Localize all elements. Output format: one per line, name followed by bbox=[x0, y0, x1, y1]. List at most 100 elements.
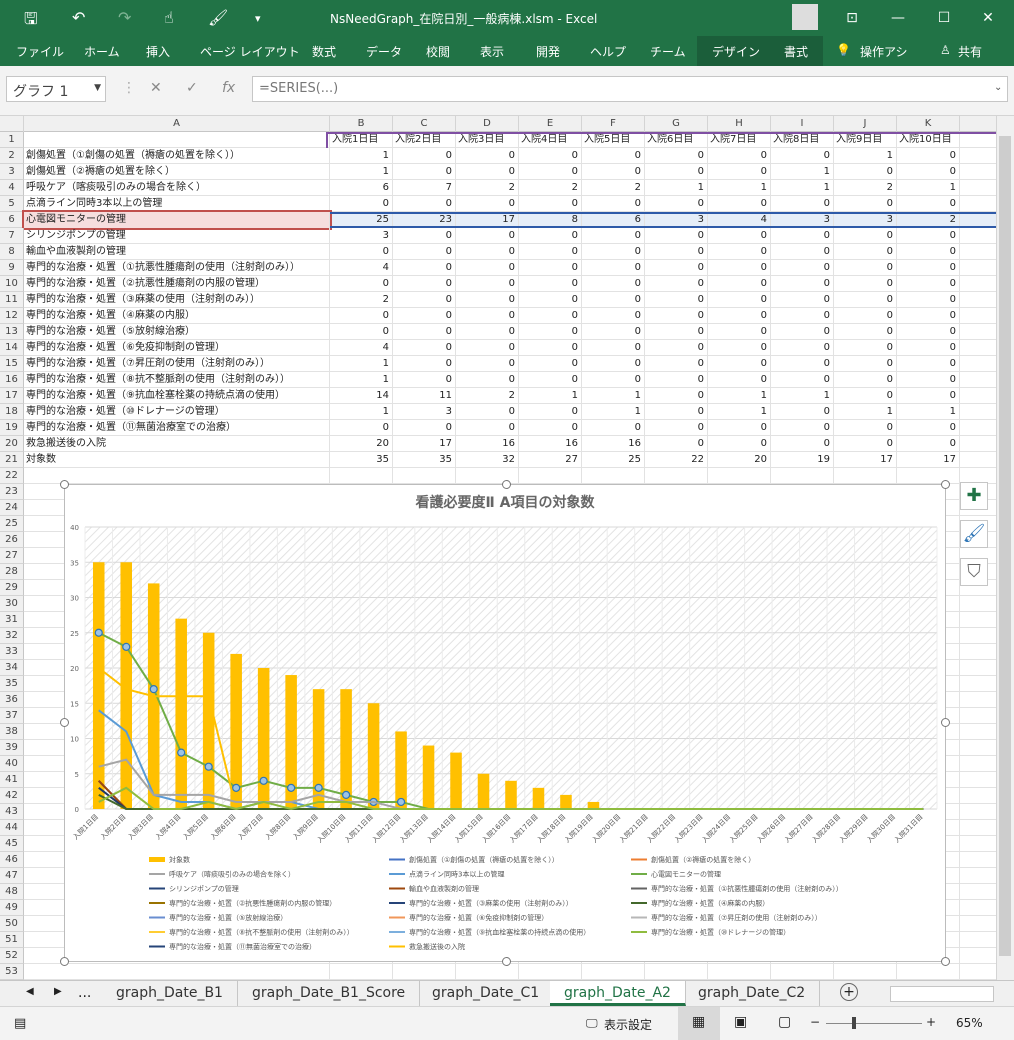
cell[interactable]: 0 bbox=[897, 228, 960, 244]
select-all-corner[interactable] bbox=[0, 116, 24, 132]
cell[interactable]: 0 bbox=[708, 244, 771, 260]
cell[interactable]: 11 bbox=[393, 388, 456, 404]
cell[interactable] bbox=[519, 964, 582, 980]
tab-format[interactable]: 書式 bbox=[784, 43, 808, 60]
cell[interactable]: 17 bbox=[393, 436, 456, 452]
cell[interactable]: 0 bbox=[771, 244, 834, 260]
more-sheets-button[interactable]: ... bbox=[78, 985, 91, 1001]
cell[interactable]: 1 bbox=[834, 404, 897, 420]
cell[interactable] bbox=[708, 964, 771, 980]
cell[interactable]: 16 bbox=[519, 436, 582, 452]
cell[interactable]: 0 bbox=[834, 308, 897, 324]
cell[interactable]: 0 bbox=[582, 196, 645, 212]
row-header[interactable]: 7 bbox=[0, 228, 24, 244]
cell[interactable]: 0 bbox=[645, 436, 708, 452]
row-header[interactable]: 51 bbox=[0, 932, 24, 948]
cell[interactable]: 専門的な治療・処置（②抗悪性腫瘍剤の内服の管理） bbox=[24, 276, 330, 292]
cell[interactable]: 0 bbox=[456, 196, 519, 212]
cell[interactable]: 0 bbox=[897, 324, 960, 340]
cell[interactable]: 1 bbox=[330, 356, 393, 372]
cell[interactable]: 入院5日目 bbox=[582, 132, 645, 148]
cell[interactable]: 0 bbox=[582, 356, 645, 372]
cell[interactable]: 0 bbox=[519, 260, 582, 276]
cell[interactable]: 対象数 bbox=[24, 452, 330, 468]
cell[interactable]: 0 bbox=[393, 276, 456, 292]
cell[interactable]: 4 bbox=[708, 212, 771, 228]
row-header[interactable]: 11 bbox=[0, 292, 24, 308]
cell[interactable]: 0 bbox=[708, 260, 771, 276]
column-header-j[interactable]: J bbox=[834, 116, 897, 132]
normal-view-button[interactable]: ▦ bbox=[678, 1007, 720, 1040]
column-header-f[interactable]: F bbox=[582, 116, 645, 132]
cell[interactable]: 0 bbox=[834, 436, 897, 452]
cell[interactable]: 35 bbox=[393, 452, 456, 468]
cell[interactable]: 0 bbox=[897, 436, 960, 452]
cell[interactable]: 17 bbox=[834, 452, 897, 468]
cell[interactable]: 0 bbox=[708, 372, 771, 388]
row-header[interactable]: 3 bbox=[0, 164, 24, 180]
cell[interactable]: 0 bbox=[582, 276, 645, 292]
cell[interactable]: 0 bbox=[708, 164, 771, 180]
cell[interactable]: 1 bbox=[834, 148, 897, 164]
undo-icon[interactable]: ↶ bbox=[72, 8, 85, 27]
cell[interactable] bbox=[24, 468, 330, 484]
cell[interactable]: 1 bbox=[330, 404, 393, 420]
scroll-thumb[interactable] bbox=[999, 136, 1011, 956]
cell[interactable]: 0 bbox=[708, 340, 771, 356]
column-header-k[interactable]: K bbox=[897, 116, 960, 132]
cell[interactable]: 2 bbox=[330, 292, 393, 308]
cell[interactable]: 1 bbox=[330, 372, 393, 388]
cell[interactable]: 4 bbox=[330, 260, 393, 276]
cell[interactable]: 入院4日目 bbox=[519, 132, 582, 148]
cell[interactable]: 23 bbox=[393, 212, 456, 228]
cell[interactable]: 0 bbox=[708, 324, 771, 340]
row-header[interactable]: 8 bbox=[0, 244, 24, 260]
insert-function-icon[interactable]: fx bbox=[222, 80, 235, 96]
row-header[interactable]: 33 bbox=[0, 644, 24, 660]
cell[interactable]: 0 bbox=[897, 148, 960, 164]
display-settings-button[interactable]: 表示設定 bbox=[604, 1016, 652, 1033]
row-header[interactable]: 25 bbox=[0, 516, 24, 532]
cell[interactable]: 0 bbox=[897, 292, 960, 308]
cell[interactable]: 1 bbox=[330, 164, 393, 180]
cell[interactable]: 0 bbox=[645, 164, 708, 180]
cell[interactable]: 0 bbox=[582, 308, 645, 324]
cell[interactable]: 0 bbox=[834, 164, 897, 180]
row-header[interactable]: 15 bbox=[0, 356, 24, 372]
cell[interactable]: 0 bbox=[330, 196, 393, 212]
cell[interactable]: 0 bbox=[645, 356, 708, 372]
cell[interactable]: 2 bbox=[456, 180, 519, 196]
cell[interactable]: 0 bbox=[834, 292, 897, 308]
resize-handle[interactable] bbox=[60, 480, 69, 489]
page-break-view-icon[interactable]: ▢ bbox=[778, 1014, 791, 1030]
cell[interactable]: 0 bbox=[393, 164, 456, 180]
cell[interactable]: 1 bbox=[771, 164, 834, 180]
cell[interactable]: 輸血や血液製剤の管理 bbox=[24, 244, 330, 260]
row-header[interactable]: 20 bbox=[0, 436, 24, 452]
cell[interactable]: 19 bbox=[771, 452, 834, 468]
zoom-level[interactable]: 65% bbox=[956, 1016, 983, 1030]
tell-me-box[interactable]: 操作アシ bbox=[860, 43, 908, 60]
row-header[interactable]: 6 bbox=[0, 212, 24, 228]
cell[interactable] bbox=[456, 964, 519, 980]
cell[interactable]: シリンジポンプの管理 bbox=[24, 228, 330, 244]
cell[interactable]: 1 bbox=[897, 180, 960, 196]
cell[interactable]: 入院6日目 bbox=[645, 132, 708, 148]
row-header[interactable]: 28 bbox=[0, 564, 24, 580]
cell[interactable]: 25 bbox=[330, 212, 393, 228]
cell[interactable]: 0 bbox=[708, 308, 771, 324]
cell[interactable]: 0 bbox=[834, 228, 897, 244]
cell[interactable]: 0 bbox=[771, 260, 834, 276]
cell[interactable]: 0 bbox=[645, 276, 708, 292]
cell[interactable]: 創傷処置（①創傷の処置（褥瘡の処置を除く）） bbox=[24, 148, 330, 164]
column-header-i[interactable]: I bbox=[771, 116, 834, 132]
cell[interactable]: 0 bbox=[645, 388, 708, 404]
cell[interactable]: 0 bbox=[897, 164, 960, 180]
cell[interactable]: 0 bbox=[834, 260, 897, 276]
sheet-tab-graph-date-c2[interactable]: graph_Date_C2 bbox=[684, 981, 821, 1006]
minimize-button[interactable]: — bbox=[878, 6, 918, 30]
cell[interactable]: 0 bbox=[456, 228, 519, 244]
cell[interactable]: 16 bbox=[582, 436, 645, 452]
zoom-out-icon[interactable]: − bbox=[810, 1015, 820, 1029]
row-header[interactable]: 10 bbox=[0, 276, 24, 292]
